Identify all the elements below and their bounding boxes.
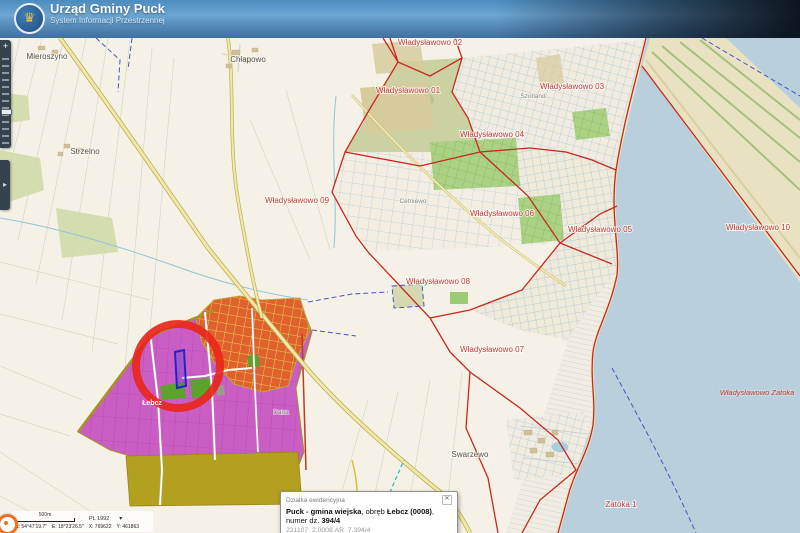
district-label-w09: Władysławowo 09 (265, 196, 330, 205)
map-canvas[interactable]: Władysławowo 02 Władysławowo 01 Władysła… (0, 0, 800, 533)
close-icon[interactable]: ✕ (442, 495, 452, 505)
parcel-description: Puck - gmina wiejska, obręb Łebcz (0008)… (286, 507, 452, 526)
district-label-w07: Władysławowo 07 (460, 345, 525, 354)
district-label-w08: Władysławowo 08 (406, 277, 471, 286)
village-label-mieroszyno: Mieroszyno (27, 52, 68, 61)
district-label-w10: Władysławowo 10 (726, 223, 791, 232)
parcel-id: 221107_2.0008.AR_7.394/4 (286, 527, 452, 533)
popup-title: Działka ewidencyjna (286, 497, 345, 504)
coordinates-readout: N: 54°47'19.7" E: 18°23'26.5" X: 769622 … (15, 524, 149, 530)
panel-tab-arrow-icon: ▸ (3, 180, 7, 189)
village-label-lebcz: Łebcz (142, 400, 162, 407)
district-label-w05: Władysławowo 05 (568, 225, 633, 234)
parcel-gmina: Puck - gmina wiejska (286, 507, 361, 516)
map-statusbar: 500m PL 1992 ▾ N: 54°47'19.7" E: 18°23'2… (11, 511, 153, 532)
scale-bar: 500m (15, 513, 75, 522)
parcel-sep1: , obręb (361, 507, 386, 516)
district-label-w01: Władysławowo 01 (376, 86, 441, 95)
app-titles: Urząd Gminy Puck System Informacji Przes… (50, 1, 165, 25)
hamlet-label-dana: Dana (273, 409, 289, 416)
zoom-slider-handle[interactable] (1, 109, 12, 115)
coordinate-x: X: 769622 (89, 524, 112, 530)
app-subtitle: System Informacji Przestrzennej (50, 16, 165, 25)
village-label-swarzewo: Swarzewo (452, 450, 489, 459)
geoportal-badge-icon[interactable] (0, 514, 18, 533)
crs-selector[interactable]: PL 1992 (89, 516, 109, 522)
app-title: Urząd Gminy Puck (50, 1, 165, 16)
village-label-chlapowo: Chłapowo (230, 55, 266, 64)
chevron-down-icon[interactable]: ▾ (119, 515, 122, 522)
village-label-strzelno: Strzelno (70, 147, 100, 156)
district-label-w04: Władysławowo 04 (460, 130, 525, 139)
coordinate-n: N: 54°47'19.7" (15, 524, 47, 530)
district-label-w06: Władysławowo 06 (470, 209, 535, 218)
parcel-info-popup: Działka ewidencyjna ✕ Puck - gmina wiejs… (280, 491, 458, 533)
coordinate-e: E: 18°23'26.5" (52, 524, 84, 530)
bay-label-wladyslawowo-zatoka: Władysławowo Zatoka (720, 388, 795, 397)
hamlet-label-cetniewo: Cetniewo (399, 198, 426, 205)
zoom-slider[interactable]: + (0, 40, 11, 148)
district-label-w02: Władysławowo 02 (398, 38, 463, 47)
zoom-in-button[interactable]: + (0, 41, 11, 51)
layers-panel-toggle-tab[interactable]: ▸ (0, 160, 10, 210)
gmina-puck-crest-logo: ♛ (14, 3, 45, 34)
parcel-number: 394/4 (321, 516, 340, 525)
zoom-slider-track[interactable] (2, 53, 9, 145)
hamlet-label-szotland: Szotland (520, 93, 546, 100)
app-header: ♛ Urząd Gminy Puck System Informacji Prz… (0, 0, 800, 38)
coordinate-y: Y: 461863 (117, 524, 140, 530)
gis-application-window: Władysławowo 02 Władysławowo 01 Władysła… (0, 0, 800, 533)
parcel-obreb: Łebcz (0008) (387, 507, 432, 516)
district-label-w03: Władysławowo 03 (540, 82, 605, 91)
selected-parcel-394-4[interactable] (175, 350, 186, 388)
bay-label-zatoka-1: Zatoka 1 (605, 500, 637, 509)
